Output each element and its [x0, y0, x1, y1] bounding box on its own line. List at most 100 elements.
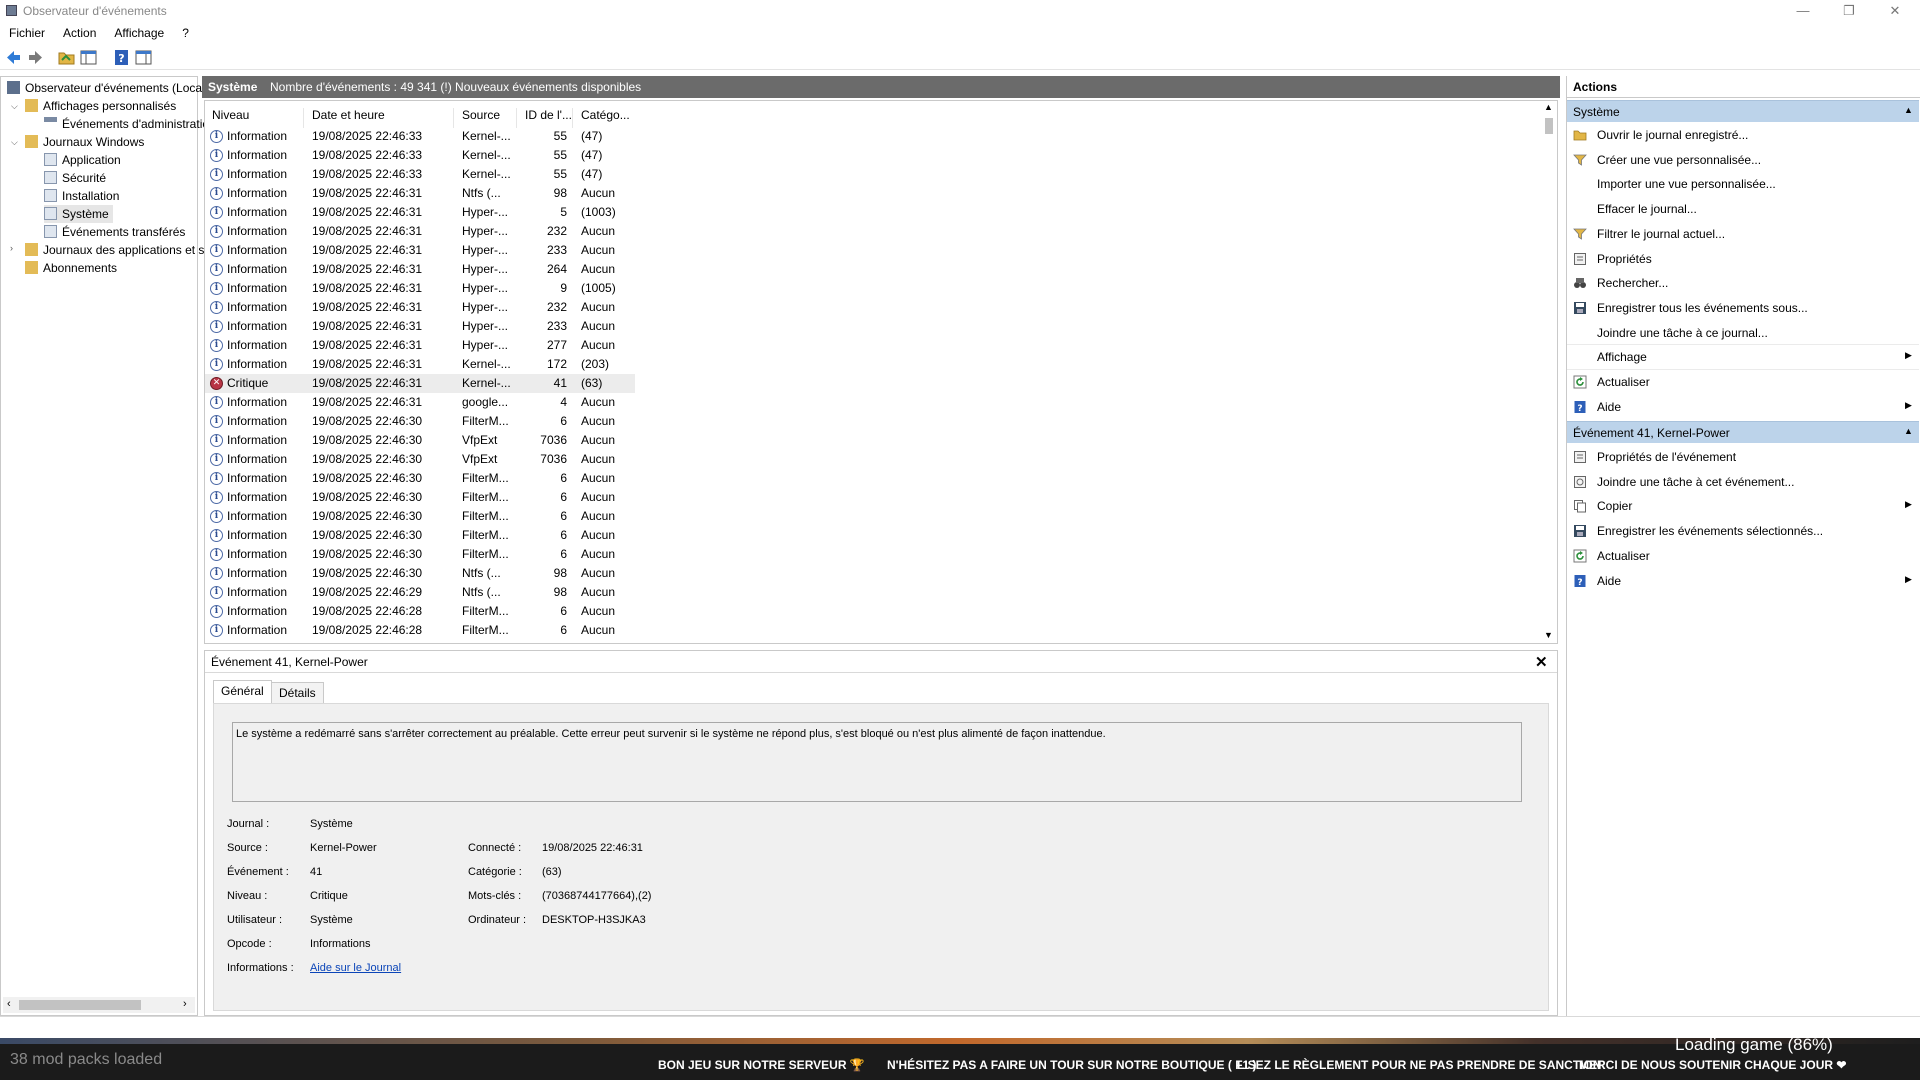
- information-icon: i: [210, 529, 223, 542]
- cell-cat: Aucun: [581, 528, 616, 542]
- table-row[interactable]: i Information 19/08/2025 22:46:31 google...…: [205, 393, 635, 412]
- event-description[interactable]: Le système a redémarré sans s'arrêter co…: [232, 722, 1522, 802]
- table-row[interactable]: i Information 19/08/2025 22:46:31 Hyper-...…: [205, 222, 635, 241]
- collapsed-chevron-icon[interactable]: ›: [10, 243, 13, 253]
- help-link[interactable]: Aide sur le Journal: [310, 962, 401, 974]
- action-item[interactable]: Affichage ▶: [1567, 345, 1919, 369]
- back-arrow-icon[interactable]: [5, 49, 22, 66]
- tree-forwarded-events[interactable]: Événements transférés: [44, 223, 185, 241]
- cell-source: VfpExt: [462, 452, 498, 466]
- tree-subscriptions[interactable]: Abonnements: [25, 259, 117, 277]
- action-item[interactable]: Enregistrer les événements sélectionnés.…: [1567, 519, 1919, 543]
- scrollbar-thumb[interactable]: [1545, 118, 1553, 134]
- action-item[interactable]: Propriétés de l'événement: [1567, 445, 1919, 469]
- tree-system-selected[interactable]: Système: [44, 205, 113, 223]
- tree-horizontal-scrollbar[interactable]: ‹ ›: [3, 997, 195, 1013]
- table-row[interactable]: i Information 19/08/2025 22:46:31 Hyper-...…: [205, 279, 635, 298]
- tree-custom-views[interactable]: Affichages personnalisés: [25, 97, 176, 115]
- table-row[interactable]: ✕ Critique 19/08/2025 22:46:31 Kernel-... 41…: [205, 374, 635, 393]
- action-item[interactable]: Filtrer le journal actuel...: [1567, 222, 1919, 246]
- table-row[interactable]: i Information 19/08/2025 22:46:29 Ntfs (...…: [205, 583, 635, 602]
- table-row[interactable]: i Information 19/08/2025 22:46:31 Hyper-...…: [205, 241, 635, 260]
- tree-security[interactable]: Sécurité: [44, 169, 106, 187]
- scroll-up-icon[interactable]: ▲: [1544, 102, 1553, 112]
- menu-affichage[interactable]: Affichage: [105, 22, 173, 40]
- table-row[interactable]: i Information 19/08/2025 22:46:30 FilterM..…: [205, 545, 635, 564]
- table-row[interactable]: i Information 19/08/2025 22:46:30 FilterM..…: [205, 507, 635, 526]
- tree-windows-logs[interactable]: Journaux Windows: [25, 133, 144, 151]
- scrollbar-thumb[interactable]: [19, 1000, 141, 1010]
- action-item[interactable]: Enregistrer tous les événements sous...: [1567, 296, 1919, 320]
- table-row[interactable]: i Information 19/08/2025 22:46:33 Kernel-..…: [205, 127, 635, 146]
- loading-progress-text: Loading game (86%): [1675, 1035, 1833, 1054]
- column-event-id[interactable]: ID de l'...: [525, 108, 572, 122]
- action-item[interactable]: Créer une vue personnalisée...: [1567, 148, 1919, 172]
- action-item[interactable]: Ouvrir le journal enregistré...: [1567, 123, 1919, 147]
- show-hide-action-pane-icon[interactable]: [135, 49, 152, 66]
- tab-details[interactable]: Détails: [271, 682, 324, 704]
- restore-button[interactable]: ❐: [1826, 0, 1872, 22]
- close-window-button[interactable]: ✕: [1872, 0, 1918, 22]
- action-item[interactable]: Actualiser: [1567, 544, 1919, 568]
- toolbar: ?: [0, 46, 1920, 70]
- show-hide-console-tree-icon[interactable]: [80, 49, 97, 66]
- table-row[interactable]: i Information 19/08/2025 22:46:30 FilterM..…: [205, 526, 635, 545]
- event-list-vertical-scrollbar[interactable]: ▲ ▼: [1540, 102, 1557, 642]
- table-row[interactable]: i Information 19/08/2025 22:46:30 VfpExt 703…: [205, 431, 635, 450]
- collapse-up-icon[interactable]: ▲: [1904, 105, 1913, 115]
- column-source[interactable]: Source: [462, 108, 500, 122]
- help-icon[interactable]: ?: [113, 49, 130, 66]
- table-row[interactable]: i Information 19/08/2025 22:46:31 Kernel-..…: [205, 355, 635, 374]
- column-level[interactable]: Niveau: [212, 108, 249, 122]
- action-item[interactable]: Effacer le journal...: [1567, 197, 1919, 221]
- table-row[interactable]: i Information 19/08/2025 22:46:33 Kernel-..…: [205, 146, 635, 165]
- collapse-up-icon[interactable]: ▲: [1904, 426, 1913, 436]
- cell-cat: (63): [581, 376, 603, 390]
- open-folder-icon[interactable]: [58, 49, 75, 66]
- table-row[interactable]: i Information 19/08/2025 22:46:31 Hyper-...…: [205, 317, 635, 336]
- close-detail-icon[interactable]: ✕: [1535, 653, 1548, 671]
- scroll-left-icon[interactable]: ‹: [7, 998, 11, 1010]
- table-row[interactable]: i Information 19/08/2025 22:46:30 FilterM..…: [205, 412, 635, 431]
- tree-root[interactable]: Observateur d'événements (Local): [7, 79, 209, 97]
- table-row[interactable]: i Information 19/08/2025 22:46:30 Ntfs (...…: [205, 564, 635, 583]
- tree-application[interactable]: Application: [44, 151, 121, 169]
- forward-arrow-icon[interactable]: [27, 49, 44, 66]
- help-icon: ?: [1574, 574, 1586, 588]
- table-row[interactable]: i Information 19/08/2025 22:46:31 Hyper-...…: [205, 336, 635, 355]
- action-item[interactable]: Joindre une tâche à ce journal...: [1567, 321, 1919, 345]
- action-item[interactable]: Importer une vue personnalisée...: [1567, 172, 1919, 196]
- action-item[interactable]: ? Aide ▶: [1567, 569, 1919, 593]
- tree-setup[interactable]: Installation: [44, 187, 119, 205]
- scroll-down-icon[interactable]: ▼: [1544, 630, 1553, 640]
- column-date[interactable]: Date et heure: [312, 108, 385, 122]
- table-row[interactable]: i Information 19/08/2025 22:46:33 Kernel-..…: [205, 165, 635, 184]
- action-item[interactable]: ? Aide ▶: [1567, 395, 1919, 419]
- column-category[interactable]: Catégo...: [581, 108, 630, 122]
- tree-admin-events[interactable]: Événements d'administration: [44, 115, 216, 133]
- action-item[interactable]: Actualiser: [1567, 370, 1919, 394]
- table-row[interactable]: i Information 19/08/2025 22:46:30 VfpExt 703…: [205, 450, 635, 469]
- menu-fichier[interactable]: Fichier: [0, 22, 54, 40]
- actions-section-system[interactable]: Système ▲: [1567, 100, 1919, 122]
- action-item[interactable]: Rechercher...: [1567, 271, 1919, 295]
- tab-general[interactable]: Général: [213, 680, 272, 704]
- menu-action[interactable]: Action: [54, 22, 105, 40]
- table-row[interactable]: i Information 19/08/2025 22:46:31 Hyper-...…: [205, 298, 635, 317]
- table-row[interactable]: i Information 19/08/2025 22:46:31 Hyper-...…: [205, 203, 635, 222]
- menu-help[interactable]: ?: [173, 22, 198, 40]
- table-row[interactable]: i Information 19/08/2025 22:46:30 FilterM..…: [205, 469, 635, 488]
- action-item[interactable]: Copier ▶: [1567, 494, 1919, 518]
- scroll-right-icon[interactable]: ›: [183, 998, 187, 1010]
- expand-chevron-icon[interactable]: ⌵: [11, 101, 18, 112]
- table-row[interactable]: i Information 19/08/2025 22:46:31 Ntfs (...…: [205, 184, 635, 203]
- table-row[interactable]: i Information 19/08/2025 22:46:30 FilterM..…: [205, 488, 635, 507]
- action-item[interactable]: Propriétés: [1567, 247, 1919, 271]
- table-row[interactable]: i Information 19/08/2025 22:46:31 Hyper-...…: [205, 260, 635, 279]
- action-item[interactable]: Joindre une tâche à cet événement...: [1567, 470, 1919, 494]
- table-row[interactable]: i Information 19/08/2025 22:46:28 FilterM..…: [205, 602, 635, 621]
- table-row[interactable]: i Information 19/08/2025 22:46:28 FilterM..…: [205, 621, 635, 640]
- actions-section-event[interactable]: Événement 41, Kernel-Power ▲: [1567, 421, 1919, 443]
- expand-chevron-icon[interactable]: ⌵: [11, 137, 18, 148]
- minimize-button[interactable]: —: [1780, 0, 1826, 22]
